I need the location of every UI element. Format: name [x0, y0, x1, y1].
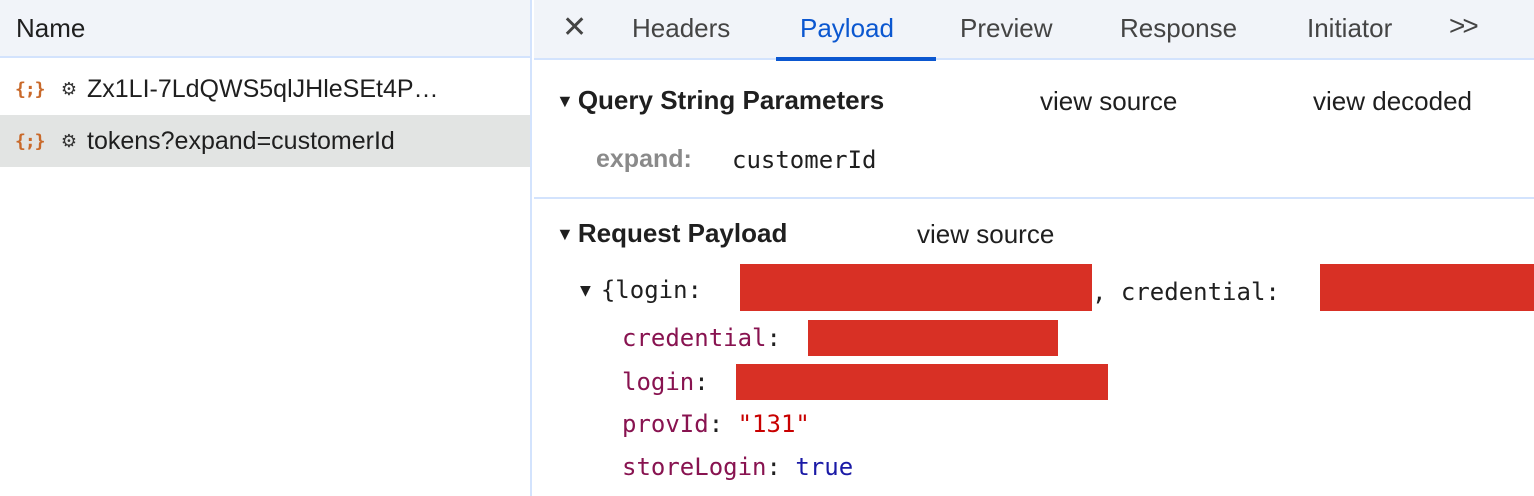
expand-triangle-icon: ▼: [556, 224, 574, 244]
tab-headers[interactable]: Headers: [632, 12, 730, 44]
fetch-xhr-icon: {;}: [15, 130, 46, 152]
query-param-value: customerId: [732, 146, 877, 174]
property-value: true: [795, 453, 854, 481]
redacted-block: [740, 264, 1092, 311]
fetch-xhr-icon: {;}: [15, 78, 46, 100]
redacted-block: [736, 364, 1108, 400]
detail-panel: ✕ Headers Payload Preview Response Initi…: [534, 0, 1534, 496]
redacted-block: [808, 320, 1058, 356]
property-key: credential: [622, 324, 767, 352]
summary-credential-key: , credential:: [1092, 278, 1280, 306]
close-icon[interactable]: ✕: [562, 12, 587, 44]
query-section-header[interactable]: ▼ Query String Parameters: [556, 85, 884, 116]
property-key: login: [622, 368, 695, 396]
payload-property-provid: provId: "131": [622, 410, 810, 438]
summary-login-key: {login:: [600, 276, 702, 304]
tab-initiator[interactable]: Initiator: [1307, 12, 1392, 44]
payload-property-storelogin: storeLogin: true: [622, 453, 854, 481]
property-key: provId: [622, 410, 709, 438]
section-divider: [534, 197, 1534, 199]
detail-tabbar: ✕ Headers Payload Preview Response Initi…: [534, 0, 1534, 61]
property-value: "131": [737, 410, 810, 438]
payload-view-source-link[interactable]: view source: [917, 219, 1054, 250]
payload-object-summary[interactable]: ▼ {login:: [580, 276, 702, 304]
request-row[interactable]: {;} ⚙ Zx1LI-7LdQWS5qlJHleSEt4P…: [0, 63, 530, 115]
payload-property-login: login:: [622, 368, 709, 396]
tab-preview[interactable]: Preview: [960, 12, 1052, 44]
query-view-source-link[interactable]: view source: [1040, 86, 1177, 117]
payload-property-credential: credential:: [622, 324, 781, 352]
query-param-key: expand:: [596, 145, 692, 173]
name-column-header[interactable]: Name: [0, 0, 530, 58]
expand-triangle-icon: ▼: [556, 91, 574, 111]
active-tab-indicator: [776, 57, 936, 61]
request-name: tokens?expand=customerId: [87, 126, 395, 155]
request-row-selected[interactable]: {;} ⚙ tokens?expand=customerId: [0, 115, 530, 167]
name-header-label: Name: [16, 13, 86, 43]
request-name: Zx1LI-7LdQWS5qlJHleSEt4P…: [87, 74, 439, 103]
payload-section-title: Request Payload: [577, 218, 788, 248]
more-tabs-chevron-icon[interactable]: >>: [1449, 10, 1479, 42]
tab-payload[interactable]: Payload: [800, 12, 894, 44]
tab-response[interactable]: Response: [1120, 12, 1237, 44]
gear-icon: ⚙: [60, 78, 78, 99]
redacted-block: [1320, 264, 1534, 311]
query-section-title: Query String Parameters: [577, 85, 885, 115]
expand-triangle-icon: ▼: [580, 280, 591, 301]
payload-section-header[interactable]: ▼ Request Payload: [556, 218, 787, 249]
property-key: storeLogin: [622, 453, 767, 481]
requests-panel: Name {;} ⚙ Zx1LI-7LdQWS5qlJHleSEt4P… {;}…: [0, 0, 532, 496]
query-view-decoded-link[interactable]: view decoded: [1313, 86, 1472, 117]
gear-icon: ⚙: [60, 130, 78, 151]
